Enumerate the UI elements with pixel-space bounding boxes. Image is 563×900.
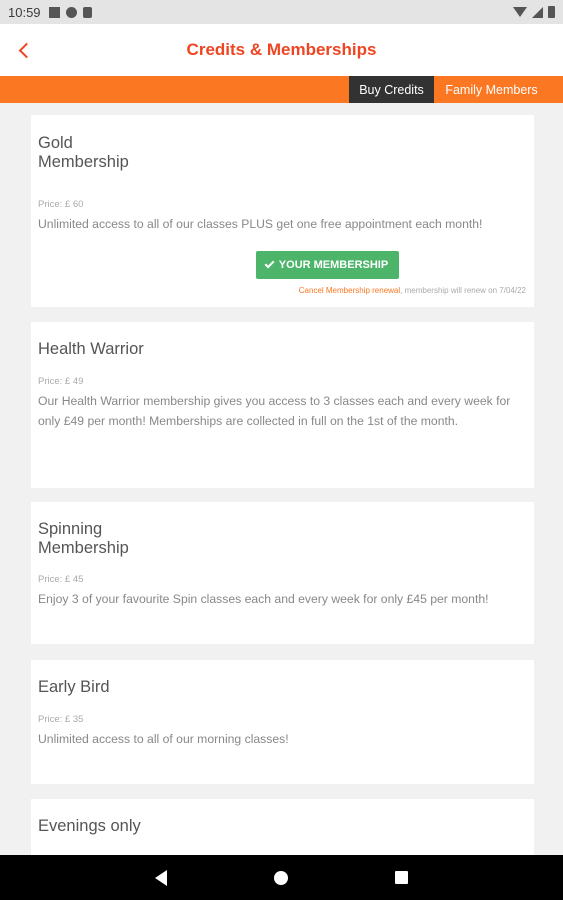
membership-price: Price: £ 49 [38,376,84,387]
renewal-note: , membership will renew on 7/04/22 [400,286,526,295]
membership-name: Early Bird [38,678,110,696]
your-membership-button[interactable]: YOUR MEMBERSHIP [256,251,399,279]
membership-price: Price: £ 60 [38,199,84,210]
cancel-renewal-link[interactable]: Cancel Membership renewal [299,286,400,295]
tab-family-members[interactable]: Family Members [434,76,549,103]
membership-name: Gold Membership [38,134,129,171]
page-title: Credits & Memberships [186,40,377,59]
signal-icon [532,6,543,18]
membership-list[interactable]: Gold Membership Price: £ 60 Unlimited ac… [0,103,563,855]
nav-home-icon[interactable] [274,871,288,885]
app-bar: Credits & Memberships [0,24,563,76]
membership-card-spinning[interactable]: Spinning Membership Price: £ 45 Enjoy 3 … [31,502,534,644]
sd-card-icon [82,6,92,18]
membership-card-evenings-only[interactable]: Evenings only [31,799,534,855]
membership-card-gold[interactable]: Gold Membership Price: £ 60 Unlimited ac… [31,115,534,307]
back-button[interactable] [10,36,38,64]
nav-back-icon[interactable] [155,870,167,886]
nav-recents-icon[interactable] [395,871,408,884]
membership-card-health-warrior[interactable]: Health Warrior Price: £ 49 Our Health Wa… [31,322,534,488]
membership-name: Health Warrior [38,340,144,358]
membership-description: Our Health Warrior membership gives you … [38,394,511,428]
status-bar: 10:59 [0,0,563,24]
your-membership-label: YOUR MEMBERSHIP [278,259,389,271]
membership-name: Spinning Membership [38,520,129,557]
battery-icon [548,6,555,18]
sync-icon [65,6,77,18]
chevron-left-icon [18,42,34,58]
membership-description: Unlimited access to all of our morning c… [38,732,289,746]
renewal-info: Cancel Membership renewal, membership wi… [299,286,526,295]
status-indicators [513,6,555,18]
tab-buy-credits[interactable]: Buy Credits [349,76,434,103]
membership-name: Evenings only [38,817,141,835]
notification-icon [48,6,60,18]
membership-description: Unlimited access to all of our classes P… [38,217,483,231]
membership-price: Price: £ 35 [38,714,84,725]
wifi-icon [513,7,527,17]
membership-card-early-bird[interactable]: Early Bird Price: £ 35 Unlimited access … [31,660,534,784]
membership-description: Enjoy 3 of your favourite Spin classes e… [38,592,489,606]
tab-bar: Buy Credits Family Members [0,76,563,103]
check-icon [264,258,275,269]
membership-price: Price: £ 45 [38,574,84,585]
status-time: 10:59 [8,4,41,20]
system-nav-bar [0,855,563,900]
